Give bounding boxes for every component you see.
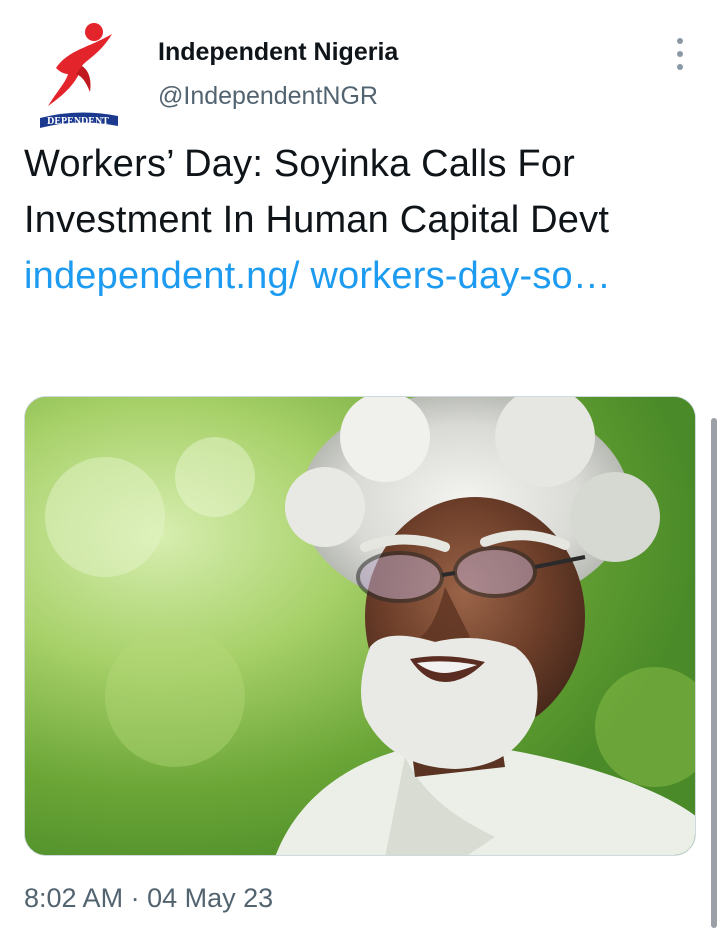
tweet-date[interactable]: 04 May 23 [147,883,273,913]
dot [677,51,683,57]
tweet-photo[interactable] [24,396,696,856]
author-block: Independent Nigeria @IndependentNGR [158,36,398,112]
tweet-meta: 8:02 AM · 04 May 23 [24,880,273,916]
soyinka-photo [25,397,695,855]
logo-text: DEPENDENT [47,116,109,127]
more-vertical-icon[interactable] [666,38,694,70]
tweet-link[interactable]: independent.ng/ workers-day-so… [24,255,611,297]
display-name[interactable]: Independent Nigeria [158,36,398,68]
independent-logo: DEPENDENT [40,23,118,128]
tweet-time[interactable]: 8:02 AM [24,883,123,913]
tweet-detail: DEPENDENT Independent Nigeria @Independe… [0,0,720,928]
account-avatar[interactable]: DEPENDENT [38,20,122,130]
dot [677,64,683,70]
tweet-body: Workers’ Day: Soyinka Calls For Investme… [24,143,610,241]
scrollbar[interactable] [711,418,717,928]
dot [677,38,683,44]
tweet-text: Workers’ Day: Soyinka Calls For Investme… [24,136,684,304]
handle[interactable]: @IndependentNGR [158,80,398,112]
meta-separator: · [130,883,140,913]
